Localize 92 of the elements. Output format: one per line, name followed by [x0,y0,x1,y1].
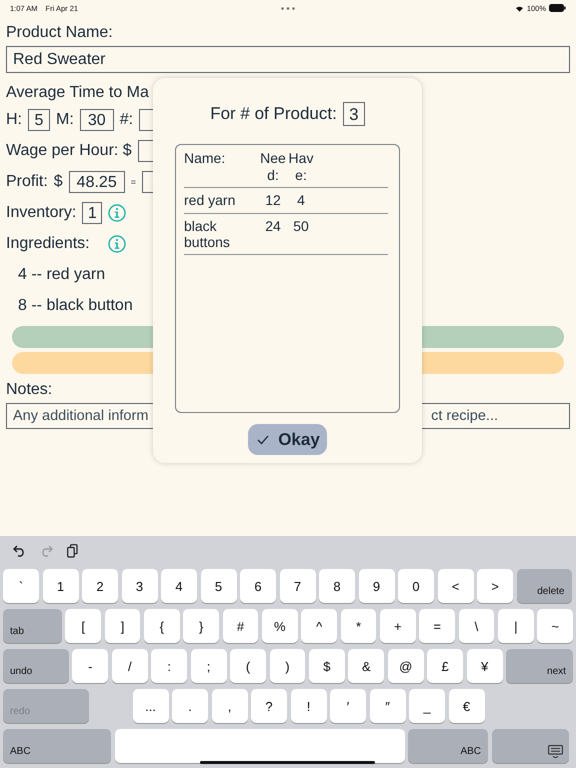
key[interactable]: > [477,569,513,603]
column-header: Have: [288,150,314,184]
key[interactable]: 9 [358,569,394,603]
key[interactable]: _ [409,689,445,723]
field-label: H: [6,110,22,128]
product-name-field[interactable]: Red Sweater [6,46,570,73]
key[interactable]: ; [190,649,227,683]
table-cell-text: 24 [264,218,282,236]
field-label: Average Time to Ma [6,83,150,103]
key[interactable]: next [506,649,573,683]
clipboard-icon[interactable] [67,544,78,558]
okay-button[interactable]: Okay [248,424,327,455]
table-cell-text: black buttons [184,218,231,250]
equals-sign: = [130,176,136,186]
column-header: Need: [259,150,287,184]
key[interactable]: [ [65,609,102,643]
hide-keyboard-key[interactable] [492,729,568,763]
field-label: Ingredients: [6,234,90,252]
key[interactable]: ` [3,569,39,603]
field-label: Wage per Hour: $ [6,142,132,160]
key[interactable]: \ [458,609,494,643]
field-label: M: [56,110,74,128]
field-label: Notes: [6,380,54,400]
key[interactable]: 1 [42,569,78,603]
currency-sign: $ [54,172,63,190]
undo-icon[interactable] [13,545,26,557]
key[interactable]: 6 [240,569,276,603]
key[interactable]: : [151,649,188,683]
key[interactable]: % [262,609,298,643]
ingredient-item: 4 -- red yarn [17,265,106,285]
field-label: Inventory: [6,204,76,222]
key[interactable]: 0 [398,569,434,603]
field-label: #: [120,110,134,128]
table-cell-text: 4 [296,192,306,209]
battery-icon [549,4,566,12]
table-cell-text: 12 [264,192,282,209]
product-count-label: For # of Product: [210,104,337,124]
ingredient-item: 8 -- black button [17,296,134,316]
key[interactable]: @ [388,649,424,683]
key[interactable]: 7 [280,569,316,603]
table-cell-text: red yarn [184,192,236,209]
key[interactable]: € [448,689,484,723]
wifi-icon [514,4,524,12]
key[interactable]: 3 [122,569,158,603]
key[interactable]: 5 [200,569,236,603]
field-label: Product Name: [6,23,114,43]
key[interactable]: ¥ [466,649,503,683]
profit-field[interactable]: 48.25 [68,170,125,192]
key[interactable]: ( [230,649,266,683]
hours-field[interactable]: 5 [28,108,50,130]
checkmark-icon [257,434,270,444]
key[interactable]: undo [3,649,69,683]
field-label: Profit: [6,172,48,190]
key[interactable]: tab [3,609,62,643]
column-header: Name: [184,150,226,168]
key[interactable]: ! [290,689,326,723]
key[interactable]: < [438,569,474,603]
key[interactable]: & [348,649,384,683]
product-count-field[interactable]: 3 [342,102,365,126]
keyboard-icon [548,745,562,758]
key[interactable]: - [72,649,108,683]
key[interactable]: ... [132,689,168,723]
key[interactable]: ) [270,649,306,683]
key[interactable]: delete [516,569,572,603]
minutes-field[interactable]: 30 [80,108,114,130]
key[interactable]: ″ [370,689,406,723]
key[interactable]: = [419,609,456,643]
key[interactable]: 8 [319,569,355,603]
key[interactable]: / [112,649,148,683]
key[interactable]: { [144,609,180,643]
space-key[interactable] [114,729,404,763]
multitasking-dots-icon[interactable] [281,6,295,10]
key[interactable]: ^ [301,609,338,643]
key[interactable]: * [340,609,376,643]
key[interactable]: . [172,689,208,723]
table-cell-text: 50 [292,218,310,236]
key[interactable]: } [183,609,220,643]
key[interactable]: ] [104,609,140,643]
inventory-field[interactable]: 1 [82,202,102,224]
key[interactable]: ′ [330,689,366,723]
key[interactable]: ? [251,689,287,723]
key[interactable]: # [222,609,258,643]
key[interactable]: ABC [3,729,111,763]
key[interactable]: ABC [408,729,488,763]
key[interactable]: ~ [537,609,574,643]
key[interactable]: + [380,609,416,643]
key[interactable]: 4 [161,569,197,603]
key[interactable]: £ [427,649,464,683]
key[interactable]: $ [308,649,345,683]
key[interactable]: 2 [82,569,118,603]
key[interactable]: | [498,609,534,643]
key[interactable]: , [212,689,248,723]
